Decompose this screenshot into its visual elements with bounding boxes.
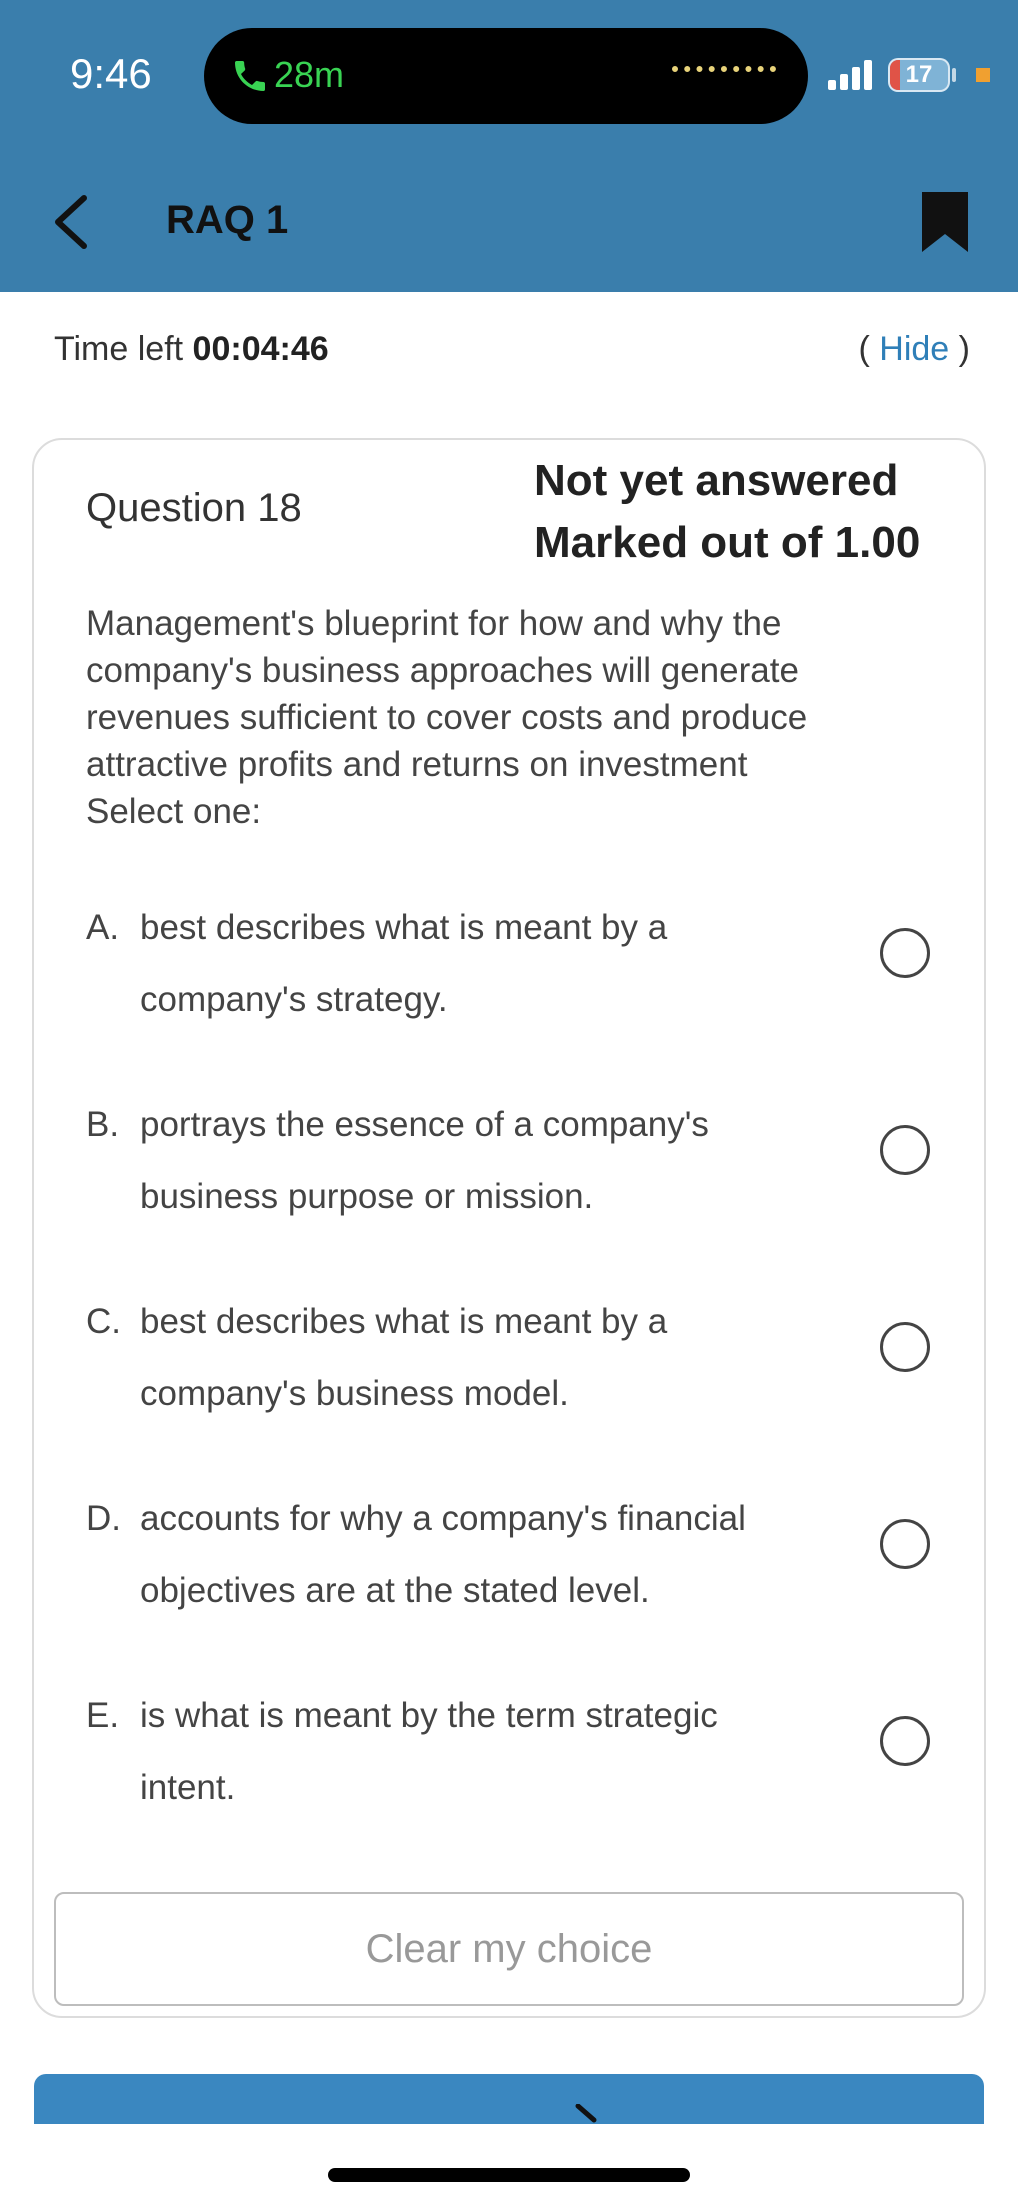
option-text: is what is meant by the term strategic i…	[140, 1696, 718, 1807]
bookmark-icon[interactable]	[920, 190, 970, 254]
option-letter: C.	[86, 1302, 121, 1341]
radio-button[interactable]	[880, 1322, 930, 1372]
radio-button[interactable]	[880, 1519, 930, 1569]
battery-level: 17	[905, 61, 933, 88]
home-indicator[interactable]	[328, 2168, 690, 2182]
time-left-value: 00:04:46	[192, 330, 329, 368]
option-a[interactable]: A. best describes what is meant by a com…	[86, 892, 946, 1052]
paren-open: (	[858, 330, 870, 368]
time-left: Time left 00:04:46	[54, 330, 329, 369]
select-one-prompt: Select one:	[86, 792, 262, 831]
paren-close: )	[958, 330, 970, 368]
dynamic-island-call[interactable]: 28m	[204, 28, 808, 124]
question-text: Management's blueprint for how and why t…	[86, 604, 808, 784]
call-duration: 28m	[274, 54, 345, 95]
page-title: RAQ 1	[166, 198, 289, 242]
next-page-button[interactable]	[34, 2074, 984, 2124]
back-chevron-icon[interactable]	[48, 192, 92, 252]
option-c[interactable]: C. best describes what is meant by a com…	[86, 1286, 946, 1446]
marks-info: Marked out of 1.00	[534, 518, 921, 567]
option-text: portrays the essence of a company's busi…	[140, 1105, 709, 1216]
question-status: Not yet answered Marked out of 1.00	[534, 450, 920, 574]
time-left-label: Time left	[54, 330, 184, 368]
option-letter: B.	[86, 1105, 120, 1144]
option-b[interactable]: B. portrays the essence of a company's b…	[86, 1089, 946, 1249]
option-text: accounts for why a company's financial o…	[140, 1499, 746, 1610]
battery-icon: 17	[888, 58, 950, 92]
phone-icon	[235, 61, 265, 91]
chevron-right-icon	[575, 2104, 597, 2123]
option-text: best describes what is meant by a compan…	[140, 1302, 668, 1413]
battery-tip	[952, 68, 956, 82]
answer-state: Not yet answered	[534, 456, 899, 505]
status-time: 9:46	[70, 50, 152, 97]
hide-timer-link[interactable]: Hide	[879, 330, 949, 368]
option-e[interactable]: E. is what is meant by the term strategi…	[86, 1680, 946, 1840]
radio-button[interactable]	[880, 1125, 930, 1175]
radio-button[interactable]	[880, 1716, 930, 1766]
radio-button[interactable]	[880, 928, 930, 978]
question-number: Question 18	[86, 486, 302, 530]
option-d[interactable]: D. accounts for why a company's financia…	[86, 1483, 946, 1643]
clear-choice-button[interactable]: Clear my choice	[54, 1892, 964, 2006]
cellular-signal-icon	[828, 58, 874, 90]
option-letter: D.	[86, 1499, 121, 1538]
audio-waveform	[672, 66, 776, 84]
hide-timer-wrap: ( Hide )	[859, 330, 971, 369]
recording-indicator	[976, 68, 990, 82]
option-letter: A.	[86, 908, 120, 947]
option-letter: E.	[86, 1696, 120, 1735]
app-header: 9:46 28m 17 RAQ 1	[0, 0, 1018, 292]
option-text: best describes what is meant by a compan…	[140, 908, 668, 1019]
